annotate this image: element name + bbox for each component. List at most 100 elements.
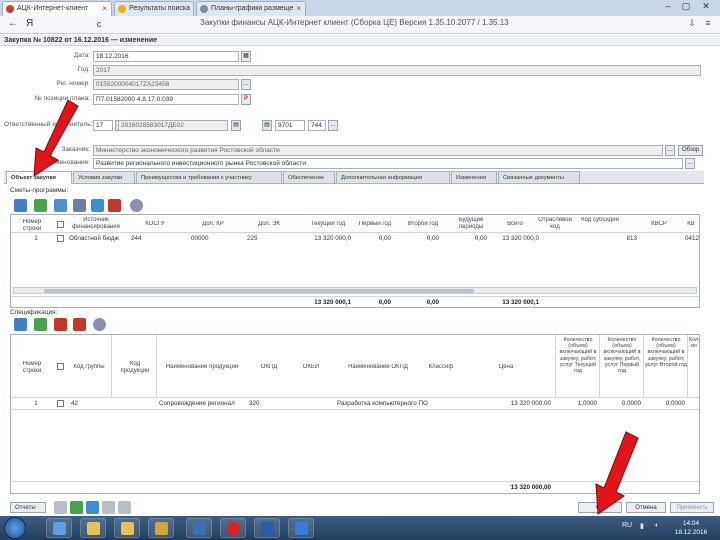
- plan-number-field[interactable]: П7.01582000 4.8.17.0.039: [93, 94, 239, 105]
- doc-icon[interactable]: ▤: [262, 120, 272, 131]
- doc-icon[interactable]: ▤: [231, 120, 241, 131]
- edit-icon[interactable]: [14, 318, 27, 331]
- year-field[interactable]: 2017: [93, 65, 701, 76]
- lang-indicator[interactable]: RU: [622, 522, 632, 529]
- taskbar-app[interactable]: [186, 518, 212, 538]
- customer-inn-field[interactable]: 2016028583017ДБ02: [118, 120, 228, 131]
- settings-icon[interactable]: [130, 199, 143, 212]
- import-icon[interactable]: [54, 318, 67, 331]
- column-header[interactable]: Код группы: [67, 364, 111, 371]
- refresh-icon[interactable]: [91, 199, 104, 212]
- column-header[interactable]: Доп. ЭК: [247, 221, 291, 228]
- menu-icon[interactable]: ≡: [702, 18, 714, 30]
- taskbar-app[interactable]: [288, 518, 314, 538]
- add-icon[interactable]: [34, 318, 47, 331]
- column-header[interactable]: Номер строки: [13, 219, 51, 233]
- network-icon[interactable]: ▮: [640, 522, 644, 530]
- column-header[interactable]: Кол-во: [689, 337, 699, 395]
- plan-link-icon[interactable]: P: [241, 94, 251, 105]
- taskbar-app[interactable]: [254, 518, 280, 538]
- delete-icon[interactable]: [73, 318, 86, 331]
- column-header[interactable]: Код продукции: [115, 361, 155, 375]
- maximize-icon[interactable]: ▢: [678, 1, 694, 13]
- select-all-checkbox[interactable]: [57, 221, 64, 228]
- column-header[interactable]: Всего: [495, 221, 535, 228]
- close-window-icon[interactable]: ✕: [698, 1, 714, 13]
- column-header[interactable]: КВСР: [641, 221, 677, 228]
- column-header[interactable]: Номер строки: [13, 361, 51, 375]
- name-field[interactable]: Развитие регионального инвестиционного р…: [93, 158, 683, 169]
- customer-code2-field[interactable]: 9701: [275, 120, 305, 131]
- yandex-button[interactable]: Я: [26, 18, 86, 31]
- browser-tab-active[interactable]: АЦК-Интернет-клиент ×: [2, 1, 112, 16]
- delete-icon[interactable]: [108, 199, 121, 212]
- attach-icon[interactable]: [70, 501, 83, 514]
- settings-icon[interactable]: [93, 318, 106, 331]
- column-header[interactable]: Код субсидии: [577, 217, 623, 224]
- calendar-icon[interactable]: ▦: [241, 51, 251, 62]
- back-button[interactable]: ←: [6, 17, 20, 31]
- reg-number-select-button[interactable]: …: [241, 79, 251, 90]
- taskbar-app[interactable]: [80, 518, 106, 538]
- column-header[interactable]: Второй год: [399, 221, 447, 228]
- taskbar-app[interactable]: [148, 518, 174, 538]
- column-header[interactable]: Количество (объем) включающий в закупку,…: [557, 337, 599, 395]
- download-icon[interactable]: ⇩: [686, 18, 698, 30]
- column-header[interactable]: ОКЕИ: [291, 364, 331, 371]
- export-icon[interactable]: [73, 199, 86, 212]
- row-checkbox[interactable]: [57, 235, 64, 242]
- address-url[interactable]: Закупки финансы АЦК-Интернет клиент (Сбо…: [200, 18, 640, 31]
- finance-horizontal-scrollbar[interactable]: [13, 287, 697, 294]
- column-header[interactable]: Классиф: [421, 364, 461, 371]
- column-header[interactable]: Первый год: [351, 221, 399, 228]
- column-header[interactable]: Текущий год: [301, 221, 355, 228]
- tab-changes[interactable]: Изменения: [451, 171, 497, 184]
- column-header[interactable]: Цена: [481, 364, 531, 371]
- customer-code3-field[interactable]: 744: [308, 120, 326, 131]
- scrollbar-thumb[interactable]: [44, 289, 474, 293]
- reg-number-field[interactable]: 0159200004017ZA23456: [93, 79, 239, 90]
- column-header[interactable]: КОСГУ: [135, 221, 175, 228]
- taskbar-app[interactable]: [220, 518, 246, 538]
- organization-select-button[interactable]: …: [665, 145, 675, 156]
- column-header[interactable]: КВ: [683, 221, 699, 228]
- tab-related-docs[interactable]: Связанные документы: [498, 171, 580, 184]
- reports-button[interactable]: Отчеты: [10, 502, 46, 513]
- help-icon[interactable]: [118, 501, 131, 514]
- tab-conditions[interactable]: Условия закупки: [73, 171, 135, 184]
- customer-code-field[interactable]: 17: [93, 120, 113, 131]
- column-header[interactable]: ОКПД: [249, 364, 289, 371]
- reload-button[interactable]: c: [92, 17, 106, 31]
- volume-icon[interactable]: ◖: [654, 522, 658, 529]
- apply-button[interactable]: Применить: [670, 502, 714, 513]
- clip-icon[interactable]: [102, 501, 115, 514]
- print-icon[interactable]: [54, 501, 67, 514]
- column-header[interactable]: Количество (объем) включающий в закупку,…: [601, 337, 643, 395]
- select-all-checkbox[interactable]: [57, 363, 64, 370]
- column-header[interactable]: Наименование продукции: [157, 364, 247, 371]
- close-tab-icon[interactable]: ×: [102, 4, 107, 13]
- column-header[interactable]: Количество (объем) включающий в закупку,…: [645, 337, 687, 395]
- column-header[interactable]: Наименование ОКПД: [333, 364, 423, 371]
- edit-icon[interactable]: [14, 199, 27, 212]
- taskbar-app[interactable]: [114, 518, 140, 538]
- tab-requirements[interactable]: Преимущества и требования к участнику: [136, 171, 282, 184]
- row-checkbox[interactable]: [57, 400, 64, 407]
- column-header[interactable]: Доп. КР: [191, 221, 235, 228]
- organization-field[interactable]: Министерство экономического развития Рос…: [93, 145, 663, 156]
- date-field[interactable]: 18.12.2016: [93, 51, 239, 62]
- column-header[interactable]: Источник финансирования: [69, 217, 123, 231]
- tab-security[interactable]: Обеспечение: [283, 171, 335, 184]
- refresh-icon[interactable]: [86, 501, 99, 514]
- copy-icon[interactable]: [54, 199, 67, 212]
- add-icon[interactable]: [34, 199, 47, 212]
- clock[interactable]: 14:04 18.12.2016: [668, 519, 714, 537]
- browse-button[interactable]: Обзор: [678, 145, 704, 156]
- taskbar-app[interactable]: [46, 518, 72, 538]
- start-button[interactable]: [4, 517, 26, 539]
- browser-tab[interactable]: Результаты поиска: [114, 1, 194, 16]
- column-header[interactable]: Отраслевой код: [535, 217, 575, 231]
- code3-select-button[interactable]: …: [328, 120, 338, 131]
- browser-tab[interactable]: Планы-графики размеще ×: [196, 1, 306, 16]
- tab-additional-info[interactable]: Дополнительная информация: [336, 171, 450, 184]
